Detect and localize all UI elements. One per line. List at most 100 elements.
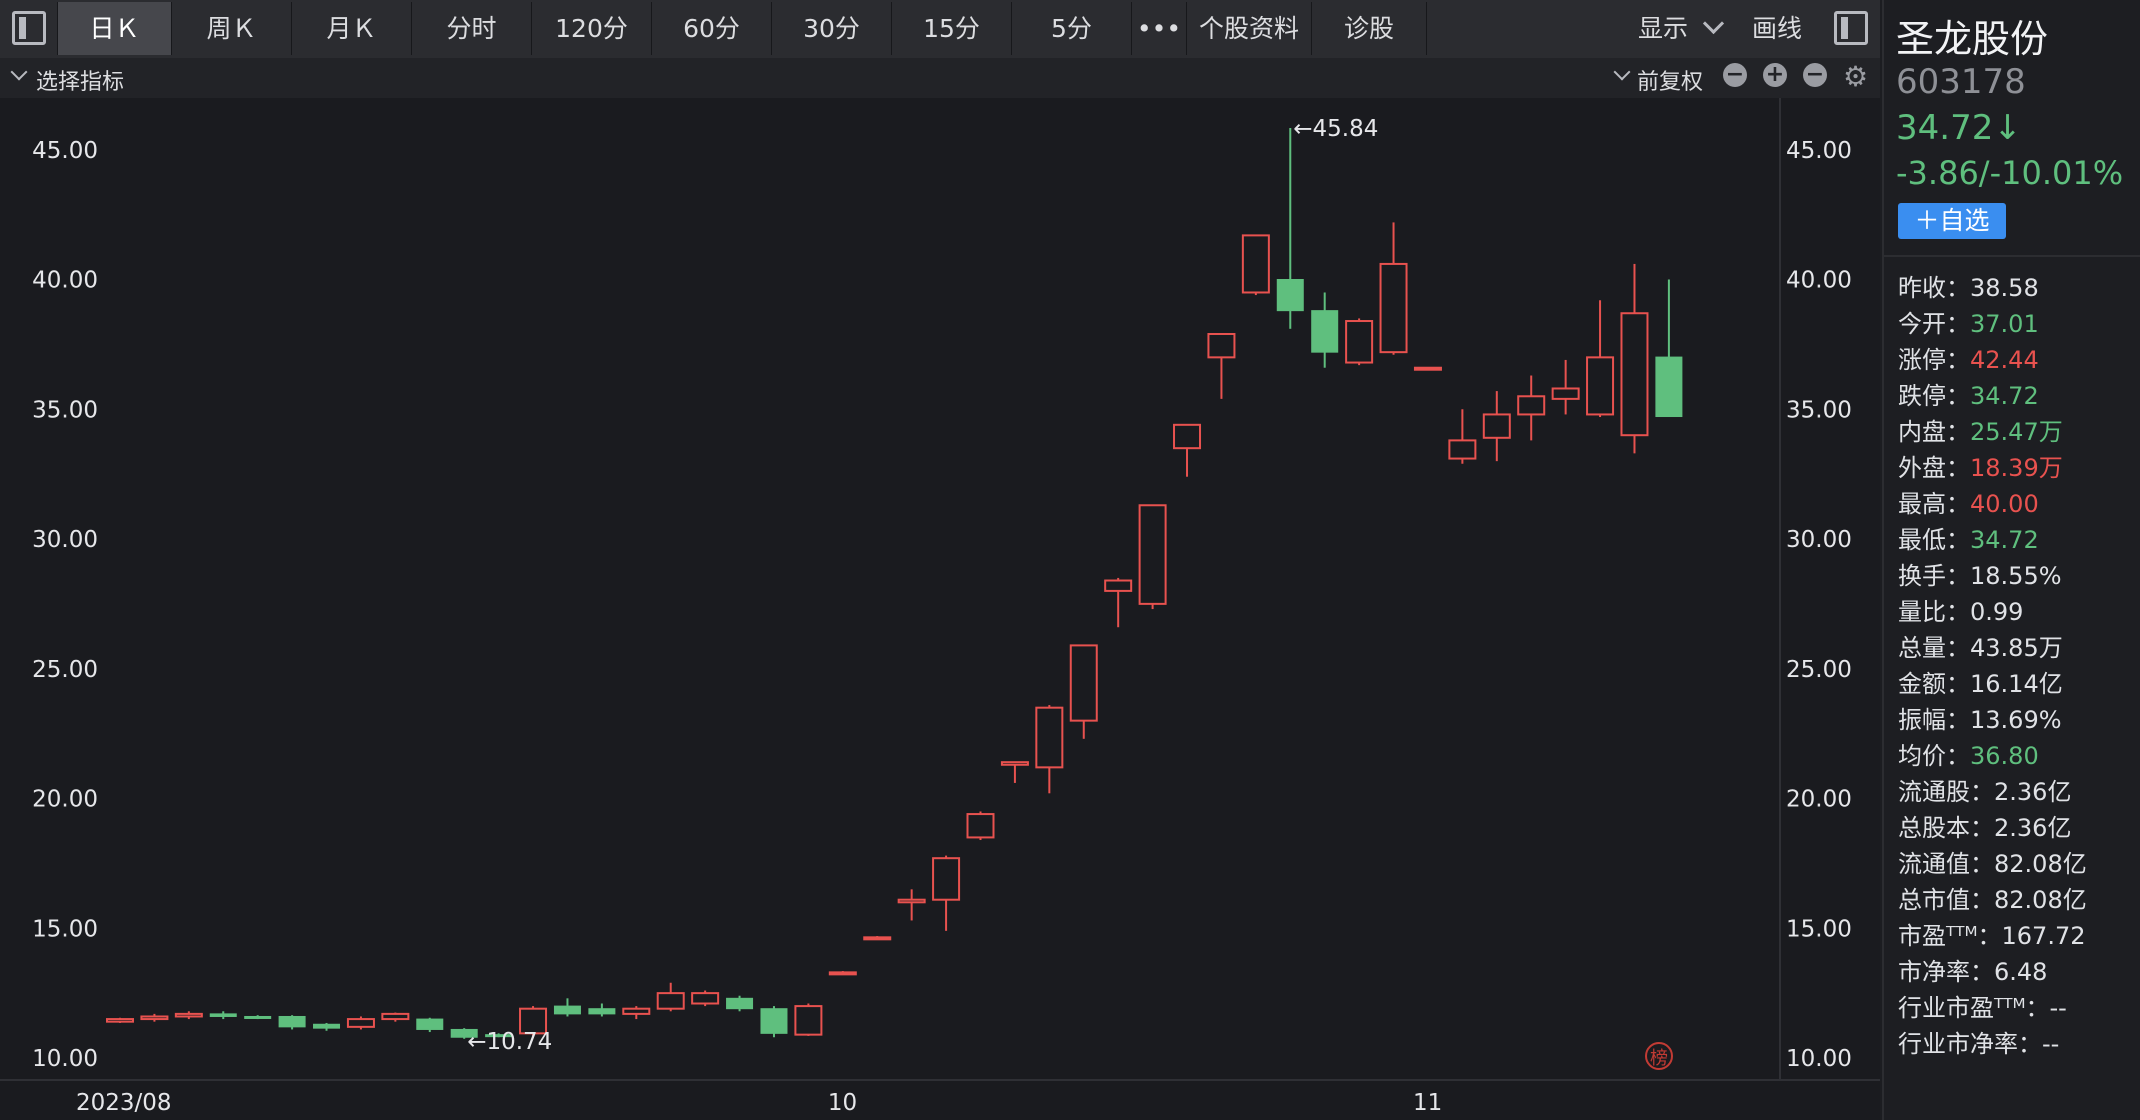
quote-label: 流通值：: [1898, 850, 1994, 878]
period-toolbar: 日Ｋ 周Ｋ 月Ｋ 分时 120分 60分 30分 15分 5分 ••• 个股资料 诊股 显示 画线: [0, 0, 1880, 59]
y-tick-label-right: 10.00: [1786, 1046, 1852, 1072]
quote-value: 0.99: [1970, 598, 2024, 626]
zoom-in-icon[interactable]: +: [1763, 63, 1787, 87]
period-tab[interactable]: 分时: [412, 2, 532, 55]
candle-body-down: [244, 1015, 272, 1019]
kline-chart-svg: 45.00 45.00 40.00 40.00 35.00 35.00 30.00 30.00…: [0, 98, 1880, 1116]
candle-body-up: [966, 813, 995, 839]
quote-label: 最低：: [1898, 526, 1970, 554]
quote-label: 行业市盈ᵀᵀᴹ：: [1898, 994, 2050, 1022]
quote-row: 外盘：18.39万: [1898, 448, 2063, 483]
quote-row: 流通股：2.36亿: [1898, 772, 2071, 807]
y-tick-label-right: 40.00: [1786, 268, 1852, 294]
quote-row: 今开：37.01: [1898, 304, 2039, 339]
quote-row: 振幅：13.69%: [1898, 700, 2062, 735]
quote-row: 内盘：25.47万: [1898, 412, 2063, 447]
quote-row: 跌停：34.72: [1898, 376, 2039, 411]
zoom-out-icon[interactable]: −: [1723, 63, 1747, 87]
quote-value: 18.55%: [1970, 562, 2062, 590]
left-panel-toggle-icon[interactable]: [12, 11, 46, 45]
expand-chevron-icon[interactable]: [10, 63, 28, 81]
price-adjust-selector[interactable]: 前复权: [1637, 64, 1703, 96]
add-watchlist-button[interactable]: ＋自选: [1898, 203, 2006, 239]
candle-body-up: [1000, 761, 1029, 766]
extreme-price-label: ←10.74: [467, 1029, 552, 1055]
quote-row: 行业市净率：--: [1898, 1024, 2059, 1059]
quote-label: 市盈ᵀᵀᴹ：: [1898, 922, 2002, 950]
adjust-chevron-icon[interactable]: [1613, 63, 1631, 81]
candle-body-up: [1379, 262, 1408, 354]
chevron-down-icon: [1702, 12, 1725, 35]
period-tab[interactable]: 5分: [1012, 2, 1132, 55]
quote-row: 市净率：6.48: [1898, 952, 2047, 987]
quote-label: 跌停：: [1898, 382, 1970, 410]
candle-body-up: [794, 1005, 823, 1036]
period-tab[interactable]: 15分: [892, 2, 1012, 55]
quote-value: --: [2049, 994, 2067, 1022]
y-tick-label-right: 30.00: [1786, 527, 1852, 553]
stock-name: 圣龙股份: [1896, 17, 2049, 61]
candle-body-down: [760, 1008, 788, 1034]
period-tab[interactable]: 60分: [652, 2, 772, 55]
candle-body-up: [863, 936, 892, 941]
candle-body-up: [1173, 423, 1202, 450]
candle-body-up: [174, 1012, 203, 1018]
right-panel-toggle-icon[interactable]: [1834, 11, 1868, 45]
period-tab[interactable]: 个股资料: [1187, 2, 1312, 55]
period-tab[interactable]: •••: [1132, 2, 1187, 55]
period-tab[interactable]: 月Ｋ: [292, 2, 412, 55]
quote-label: 昨收：: [1898, 274, 1970, 302]
candle-body-down: [313, 1023, 341, 1029]
quote-label: 换手：: [1898, 562, 1970, 590]
period-tab[interactable]: 日Ｋ: [57, 2, 172, 55]
period-tab[interactable]: 30分: [772, 2, 892, 55]
display-menu[interactable]: 显示: [1638, 2, 1725, 55]
rank-badge-label: 榜: [1650, 1048, 1668, 1069]
minimize-icon[interactable]: −: [1803, 63, 1827, 87]
quote-row: 总市值：82.08亿: [1898, 880, 2087, 915]
period-tab[interactable]: 120分: [532, 2, 652, 55]
quote-row: 总量：43.85万: [1898, 628, 2063, 663]
candle-body-up: [1241, 234, 1270, 294]
candle-body-down: [1276, 279, 1304, 312]
y-tick-label-left: 10.00: [32, 1046, 98, 1072]
candle-body-up: [381, 1012, 410, 1021]
indicator-bar: 选择指标 前复权 − + − ⚙: [0, 58, 1880, 98]
y-tick-label-left: 35.00: [32, 397, 98, 423]
candle-body-down: [1655, 356, 1683, 418]
kline-chart[interactable]: 45.00 45.00 40.00 40.00 35.00 35.00 30.00 30.00…: [0, 98, 1880, 1120]
quote-value: 43.85万: [1970, 634, 2063, 662]
quote-label: 市净率：: [1898, 958, 1994, 986]
candle-body-up: [622, 1007, 651, 1015]
select-indicator-button[interactable]: 选择指标: [36, 64, 124, 96]
settings-gear-icon[interactable]: ⚙: [1843, 61, 1868, 93]
quote-row: 市盈ᵀᵀᴹ：167.72: [1898, 916, 2086, 951]
quote-value: 82.08亿: [1994, 850, 2087, 878]
y-tick-label-left: 40.00: [32, 268, 98, 294]
quote-row: 最低：34.72: [1898, 520, 2039, 555]
y-tick-label-right: 15.00: [1786, 916, 1852, 942]
quote-value: 42.44: [1970, 346, 2039, 374]
quote-label: 总股本：: [1898, 814, 1994, 842]
quote-value: 6.48: [1994, 958, 2048, 986]
y-tick-label-left: 15.00: [32, 916, 98, 942]
draw-line-button[interactable]: 画线: [1752, 2, 1802, 55]
period-tab[interactable]: 周Ｋ: [172, 2, 292, 55]
period-tab[interactable]: 诊股: [1312, 2, 1427, 55]
quote-value: 13.69%: [1970, 706, 2062, 734]
quote-label: 涨停：: [1898, 346, 1970, 374]
candle-body-up: [1104, 579, 1133, 592]
quote-label: 今开：: [1898, 310, 1970, 338]
candle-body-up: [828, 971, 857, 976]
y-tick-label-left: 20.00: [32, 787, 98, 813]
quote-row: 流通值：82.08亿: [1898, 844, 2087, 879]
candle-body-up: [346, 1018, 375, 1028]
quote-label: 均价：: [1898, 742, 1970, 770]
candle-body-up: [1345, 320, 1374, 364]
candle-body-down: [553, 1005, 581, 1015]
y-tick-label-left: 45.00: [32, 138, 98, 164]
quote-row: 换手：18.55%: [1898, 556, 2062, 591]
candle-body-down: [278, 1015, 306, 1028]
quote-label: 内盘：: [1898, 418, 1970, 446]
quote-row: 涨停：42.44: [1898, 340, 2039, 375]
